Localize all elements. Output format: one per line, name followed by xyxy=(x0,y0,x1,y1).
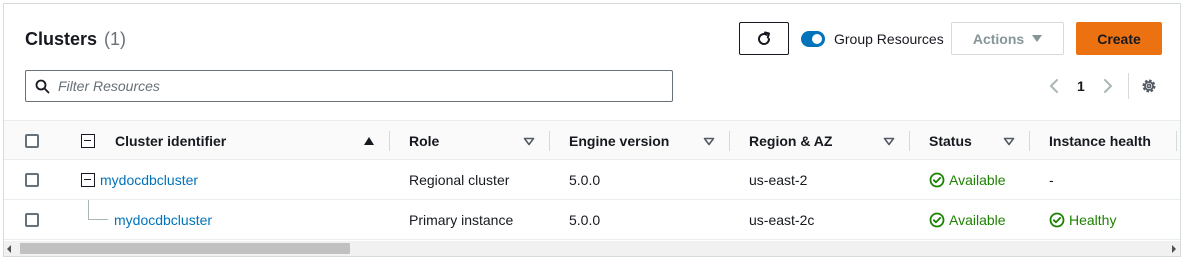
status-text: Available xyxy=(949,212,1006,228)
instance-health-cell: Healthy xyxy=(1049,212,1116,228)
health-text: Healthy xyxy=(1069,212,1117,228)
create-label: Create xyxy=(1097,30,1141,47)
table-row[interactable]: mydocdbcluster Regional cluster 5.0.0 us… xyxy=(4,160,1180,200)
region-cell: us-east-2 xyxy=(749,172,808,188)
next-page-button[interactable] xyxy=(1099,77,1117,95)
filter-field[interactable] xyxy=(25,70,673,102)
sort-icon[interactable] xyxy=(1003,137,1015,146)
scrollbar-thumb[interactable] xyxy=(20,243,350,254)
chevron-right-icon xyxy=(1104,79,1112,93)
sort-icon[interactable] xyxy=(703,137,715,146)
column-divider[interactable] xyxy=(909,131,910,151)
column-divider[interactable] xyxy=(729,131,730,151)
status-text: Available xyxy=(949,172,1006,188)
clusters-panel: Clusters (1) Group Resources Actions Cre… xyxy=(3,3,1181,257)
sort-icon[interactable] xyxy=(523,137,535,146)
instance-identifier-link[interactable]: mydocdbcluster xyxy=(114,212,212,228)
column-header-role[interactable]: Role xyxy=(409,133,439,149)
gear-icon xyxy=(1142,79,1156,93)
group-resources-toggle[interactable] xyxy=(801,31,825,47)
row-checkbox[interactable] xyxy=(25,213,39,227)
status-available-icon xyxy=(929,212,945,228)
column-divider[interactable] xyxy=(389,131,390,151)
engine-version-cell: 5.0.0 xyxy=(569,172,601,188)
create-button[interactable]: Create xyxy=(1076,22,1162,55)
refresh-button[interactable] xyxy=(739,22,789,55)
tree-connector xyxy=(88,219,108,220)
collapse-all-icon[interactable] xyxy=(81,134,95,148)
filter-input[interactable] xyxy=(58,75,658,97)
tree-connector xyxy=(88,200,89,220)
region-cell: us-east-2c xyxy=(749,212,815,228)
column-header-instance-health[interactable]: Instance health xyxy=(1049,133,1151,149)
role-cell: Regional cluster xyxy=(409,172,510,188)
scroll-left-arrow-icon[interactable] xyxy=(7,245,11,253)
select-all-checkbox[interactable] xyxy=(25,134,39,148)
scroll-right-arrow-icon[interactable] xyxy=(1172,245,1176,253)
toggle-knob xyxy=(812,34,822,44)
engine-version-cell: 5.0.0 xyxy=(569,212,601,228)
status-cell: Available xyxy=(929,172,1006,188)
health-healthy-icon xyxy=(1049,212,1065,228)
table-row[interactable]: mydocdbcluster Primary instance 5.0.0 us… xyxy=(4,200,1180,240)
chevron-left-icon xyxy=(1050,79,1058,93)
search-icon xyxy=(35,79,50,94)
status-available-icon xyxy=(929,172,945,188)
role-cell: Primary instance xyxy=(409,212,514,228)
column-header-cluster-identifier[interactable]: Cluster identifier xyxy=(115,133,226,149)
column-header-region-az[interactable]: Region & AZ xyxy=(749,133,832,149)
preferences-button[interactable] xyxy=(1140,77,1158,95)
column-divider[interactable] xyxy=(1176,131,1177,151)
instance-health-cell: - xyxy=(1049,172,1054,188)
sort-ascending-icon[interactable] xyxy=(363,136,375,146)
column-divider[interactable] xyxy=(1029,131,1030,151)
status-cell: Available xyxy=(929,212,1006,228)
column-header-engine-version[interactable]: Engine version xyxy=(569,133,669,149)
page-title-text: Clusters xyxy=(25,29,98,49)
collapse-icon[interactable] xyxy=(81,173,95,187)
column-divider[interactable] xyxy=(549,131,550,151)
group-resources-label: Group Resources xyxy=(834,31,944,47)
current-page-number[interactable]: 1 xyxy=(1077,78,1085,94)
cluster-identifier-link[interactable]: mydocdbcluster xyxy=(100,172,198,188)
column-header-status[interactable]: Status xyxy=(929,133,972,149)
page-title: Clusters (1) xyxy=(25,29,126,50)
actions-button[interactable]: Actions xyxy=(951,22,1064,55)
table-header: Cluster identifier Role Engine version R… xyxy=(4,120,1180,160)
row-checkbox[interactable] xyxy=(25,173,39,187)
sort-icon[interactable] xyxy=(883,137,895,146)
pager-divider xyxy=(1128,73,1129,99)
caret-down-icon xyxy=(1032,35,1043,42)
refresh-icon xyxy=(758,31,771,45)
previous-page-button[interactable] xyxy=(1045,77,1063,95)
actions-label: Actions xyxy=(972,30,1025,47)
horizontal-scrollbar[interactable] xyxy=(4,241,1180,256)
cluster-count: (1) xyxy=(104,29,127,49)
